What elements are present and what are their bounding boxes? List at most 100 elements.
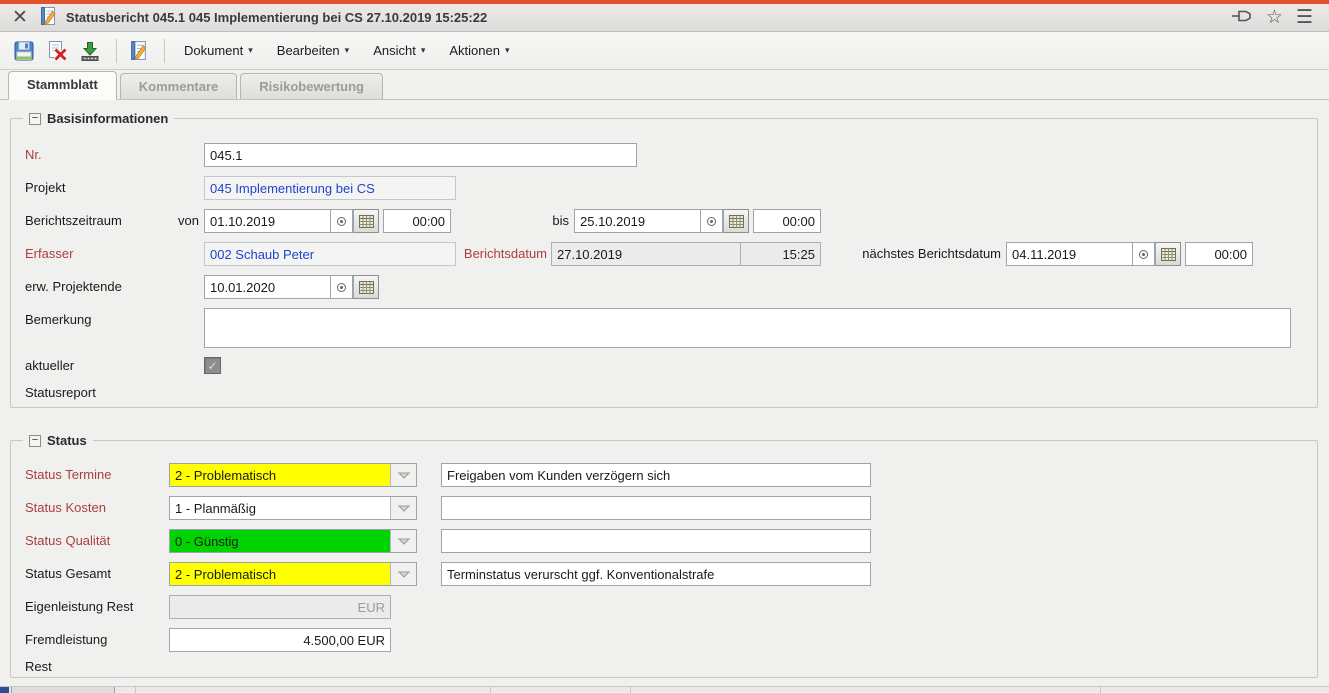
check-in-icon[interactable] <box>76 37 104 65</box>
close-icon[interactable]: ✕ <box>12 8 28 27</box>
bis-label: bis <box>521 209 569 233</box>
erfasser-link-field[interactable]: 002 Schaub Peter <box>204 242 456 266</box>
naechstes-berichtsdatum-time-input[interactable]: 00:00 <box>1185 242 1253 266</box>
section-basisinformationen: − Basisinformationen Nr. 045.1 Projekt 0… <box>10 118 1318 408</box>
fremdleistung-rest-label-line2: Rest <box>25 655 52 679</box>
status-kosten-label: Status Kosten <box>25 496 106 520</box>
save-icon[interactable] <box>10 37 38 65</box>
status-kosten-comment-input[interactable] <box>441 496 871 520</box>
naechstes-berichtsdatum-date-group: 04.11.2019 <box>1006 242 1181 266</box>
projekt-label: Projekt <box>25 176 65 200</box>
aktueller-statusreport-label-line1: aktueller <box>25 354 74 378</box>
section-legend: − Basisinformationen <box>23 109 174 128</box>
eigenleistung-rest-input: EUR <box>169 595 391 619</box>
nr-label: Nr. <box>25 143 42 167</box>
statusreport-document-icon <box>38 6 58 29</box>
clock-icon[interactable] <box>331 275 353 299</box>
dropdown-value[interactable]: 2 - Problematisch <box>170 563 391 585</box>
menu-label: Aktionen <box>449 43 500 58</box>
tab-risikobewertung[interactable]: Risikobewertung <box>240 73 383 99</box>
dropdown-value[interactable]: 0 - Günstig <box>170 530 391 552</box>
status-qualitaet-label: Status Qualität <box>25 529 110 553</box>
clipped-cell <box>11 687 115 693</box>
status-kosten-dropdown[interactable]: 1 - Planmäßig <box>169 496 417 520</box>
clock-icon[interactable] <box>331 209 353 233</box>
calendar-icon[interactable] <box>1155 242 1181 266</box>
pin-icon[interactable] <box>1231 7 1253 28</box>
status-gesamt-dropdown[interactable]: 2 - Problematisch <box>169 562 417 586</box>
von-date-input[interactable]: 01.10.2019 <box>204 209 331 233</box>
menu-bearbeiten[interactable]: Bearbeiten ▾ <box>265 37 361 65</box>
berichtsdatum-label: Berichtsdatum <box>429 242 547 266</box>
projekt-link-field[interactable]: 045 Implementierung bei CS <box>204 176 456 200</box>
section-legend: − Status <box>23 431 93 450</box>
naechstes-berichtsdatum-date-input[interactable]: 04.11.2019 <box>1006 242 1133 266</box>
calendar-icon[interactable] <box>723 209 749 233</box>
toolbar-separator <box>164 39 165 63</box>
tab-stammblatt[interactable]: Stammblatt <box>8 71 117 100</box>
aktueller-statusreport-label-line2: Statusreport <box>25 381 96 405</box>
chevron-down-icon: ▾ <box>248 45 253 56</box>
tab-bar: Stammblatt Kommentare Risikobewertung <box>0 70 1329 100</box>
statusreport-document-icon[interactable] <box>124 37 152 65</box>
berichtsdatum-time-field: 15:25 <box>740 242 821 266</box>
menu-aktionen[interactable]: Aktionen ▾ <box>437 37 521 65</box>
dropdown-arrow-icon[interactable] <box>391 563 416 585</box>
von-time-input[interactable]: 00:00 <box>383 209 451 233</box>
calendar-icon[interactable] <box>353 209 379 233</box>
erw-projektende-date-group: 10.01.2020 <box>204 275 379 299</box>
toolbar: Dokument ▾ Bearbeiten ▾ Ansicht ▾ Aktion… <box>0 32 1329 70</box>
status-gesamt-label: Status Gesamt <box>25 562 111 586</box>
discard-document-icon[interactable] <box>43 37 71 65</box>
section-status: − Status Status Termine 2 - Problematisc… <box>10 440 1318 678</box>
von-date-group: 01.10.2019 <box>204 209 379 233</box>
nr-input[interactable]: 045.1 <box>204 143 637 167</box>
section-title: Basisinformationen <box>47 111 168 126</box>
fremdleistung-rest-input[interactable]: 4.500,00 EUR <box>169 628 391 652</box>
dropdown-arrow-icon[interactable] <box>391 464 416 486</box>
menu-label: Dokument <box>184 43 243 58</box>
status-termine-label: Status Termine <box>25 463 111 487</box>
dropdown-arrow-icon[interactable] <box>391 530 416 552</box>
clock-icon[interactable] <box>1133 242 1155 266</box>
chevron-down-icon: ▾ <box>345 45 350 56</box>
berichtszeitraum-label: Berichtszeitraum <box>25 209 122 233</box>
fremdleistung-rest-label-line1: Fremdleistung <box>25 628 107 652</box>
status-qualitaet-comment-input[interactable] <box>441 529 871 553</box>
dropdown-arrow-icon[interactable] <box>391 497 416 519</box>
bis-date-group: 25.10.2019 <box>574 209 749 233</box>
bemerkung-label: Bemerkung <box>25 308 91 332</box>
menu-ansicht[interactable]: Ansicht ▾ <box>361 37 437 65</box>
bis-date-input[interactable]: 25.10.2019 <box>574 209 701 233</box>
status-gesamt-comment-input[interactable]: Terminstatus verurscht ggf. Konventional… <box>441 562 871 586</box>
section-title: Status <box>47 433 87 448</box>
erfasser-label: Erfasser <box>25 242 73 266</box>
erw-projektende-label: erw. Projektende <box>25 275 122 299</box>
window-titlebar: ✕ Statusbericht 045.1 045 Implementierun… <box>0 0 1329 32</box>
clipped-bottom-row <box>0 686 1329 692</box>
chevron-down-icon: ▾ <box>505 45 510 56</box>
dropdown-value[interactable]: 2 - Problematisch <box>170 464 391 486</box>
toolbar-separator <box>116 39 117 63</box>
clock-icon[interactable] <box>701 209 723 233</box>
menu-label: Bearbeiten <box>277 43 340 58</box>
status-qualitaet-dropdown[interactable]: 0 - Günstig <box>169 529 417 553</box>
naechstes-berichtsdatum-label: nächstes Berichtsdatum <box>842 242 1001 266</box>
window-title: Statusbericht 045.1 045 Implementierung … <box>66 10 487 25</box>
bis-time-input[interactable]: 00:00 <box>753 209 821 233</box>
bemerkung-textarea[interactable] <box>204 308 1291 348</box>
eigenleistung-rest-label: Eigenleistung Rest <box>25 595 133 619</box>
menu-dokument[interactable]: Dokument ▾ <box>172 37 265 65</box>
collapse-icon[interactable]: − <box>29 435 41 447</box>
hamburger-menu-icon[interactable]: ☰ <box>1296 8 1313 27</box>
favorite-star-icon[interactable]: ☆ <box>1266 8 1283 27</box>
tab-kommentare[interactable]: Kommentare <box>120 73 237 99</box>
dropdown-value[interactable]: 1 - Planmäßig <box>170 497 391 519</box>
collapse-icon[interactable]: − <box>29 113 41 125</box>
status-termine-dropdown[interactable]: 2 - Problematisch <box>169 463 417 487</box>
aktueller-statusreport-checkbox: ✓ <box>204 357 221 374</box>
calendar-icon[interactable] <box>353 275 379 299</box>
status-termine-comment-input[interactable]: Freigaben vom Kunden verzögern sich <box>441 463 871 487</box>
erw-projektende-date-input[interactable]: 10.01.2020 <box>204 275 331 299</box>
menu-label: Ansicht <box>373 43 416 58</box>
